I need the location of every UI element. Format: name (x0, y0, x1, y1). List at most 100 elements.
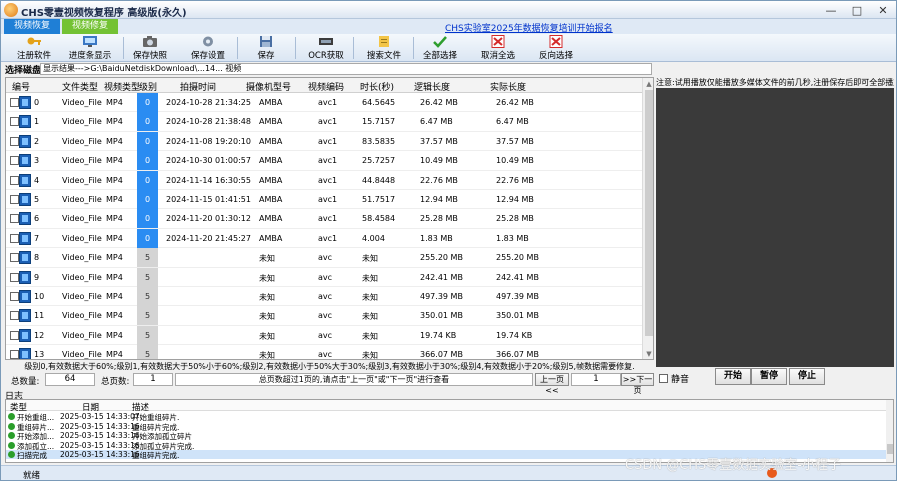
maximize-button[interactable]: □ (844, 1, 870, 19)
path-row: 选择磁盘 显示结果--->G:\BaiduNetdiskDownload\...… (1, 63, 896, 76)
save-button[interactable]: 保存 (237, 35, 295, 61)
cell-logical-size: 37.57 MB (420, 136, 458, 146)
table-row[interactable]: 7 Video_File MP4 0 2024-11-20 21:45:27 AMBA av… (6, 228, 642, 249)
close-button[interactable]: ✕ (870, 1, 896, 19)
prev-page-button[interactable]: 上一页<< (535, 373, 569, 395)
search-files-button[interactable]: 搜索文件 (355, 35, 413, 61)
table-row[interactable]: 0 Video_File MP4 0 2024-10-28 21:34:25 AMBA av… (6, 93, 642, 113)
col-camera-model[interactable]: 摄像机型号 (246, 80, 291, 93)
col-shoot-time[interactable]: 拍摄时间 (180, 80, 216, 93)
next-page-button[interactable]: >>下一页 (621, 373, 654, 395)
row-checkbox[interactable] (10, 311, 19, 321)
promo-link[interactable]: CHS实验室2025年数据恢复培训开始报名 (445, 21, 613, 34)
cell-camera-model: AMBA (259, 233, 283, 243)
col-id[interactable]: 编号 (12, 80, 30, 93)
video-file-icon (19, 115, 31, 129)
table-row[interactable]: 3 Video_File MP4 0 2024-10-30 01:00:57 AMBA av… (6, 151, 642, 171)
progress-display-button[interactable]: 进度条显示 (61, 35, 119, 61)
cell-id: 2 (34, 136, 40, 146)
table-row[interactable]: 6 Video_File MP4 0 2024-11-20 01:30:12 AMBA av… (6, 209, 642, 229)
cell-video-type: MP4 (106, 253, 123, 263)
table-row[interactable]: 9 Video_File MP4 5 未知 avc 未知 242.41 MB 242.41 MB (6, 267, 642, 287)
cell-level: 0 (137, 131, 158, 151)
save-settings-button[interactable]: 保存设置 (179, 35, 237, 61)
page-input[interactable]: 1 (571, 373, 621, 386)
log-scroll-thumb[interactable] (887, 444, 893, 454)
stop-button[interactable]: 停止 (789, 368, 825, 385)
play-button[interactable]: 开始 (715, 368, 751, 385)
row-checkbox[interactable] (10, 175, 19, 185)
table-row[interactable]: 13 Video_File MP4 5 未知 avc 未知 366.07 MB 366.07 M… (6, 345, 642, 360)
row-checkbox[interactable] (10, 156, 19, 166)
video-file-icon (19, 154, 31, 168)
table-row[interactable]: 12 Video_File MP4 5 未知 avc 未知 19.74 KB 19.74 KB (6, 325, 642, 346)
table-row[interactable]: 2 Video_File MP4 0 2024-11-08 19:20:10 AMBA av… (6, 131, 642, 152)
video-file-icon (19, 231, 31, 245)
col-video-type[interactable]: 视频类型 (104, 80, 140, 93)
col-actual-size[interactable]: 实际长度 (490, 80, 526, 93)
row-checkbox[interactable] (10, 330, 19, 340)
col-file-type[interactable]: 文件类型 (62, 80, 98, 93)
log-row[interactable]: 添加孤立... 2025-03-15 14:33:16 添加孤立碎片完成. (6, 441, 886, 451)
log-scrollbar[interactable] (886, 400, 893, 462)
scroll-thumb[interactable] (645, 90, 653, 336)
row-checkbox[interactable] (10, 233, 19, 243)
col-level[interactable]: 级别 (139, 80, 157, 93)
pause-button[interactable]: 暂停 (751, 368, 787, 385)
table-row[interactable]: 10 Video_File MP4 5 未知 avc 未知 497.39 MB 497.39 M… (6, 286, 642, 307)
cell-logical-size: 255.20 MB (420, 253, 463, 263)
col-duration[interactable]: 时长(秒) (360, 80, 394, 93)
row-checkbox[interactable] (10, 98, 19, 107)
tab-video-recover[interactable]: 视频恢复 (4, 19, 60, 34)
cell-level: 0 (137, 228, 158, 248)
cell-actual-size: 19.74 KB (496, 330, 533, 340)
save-icon (260, 36, 272, 47)
cell-video-type: MP4 (106, 350, 123, 360)
row-checkbox[interactable] (10, 214, 19, 224)
video-file-icon (19, 173, 31, 187)
ocr-button[interactable]: OCR获取 (297, 35, 355, 61)
mute-checkbox-box[interactable] (659, 374, 668, 383)
tab-video-repair[interactable]: 视频修复 (62, 19, 118, 34)
row-checkbox[interactable] (10, 291, 19, 301)
invert-selection-button[interactable]: 反向选择 (527, 35, 585, 61)
table-row[interactable]: 1 Video_File MP4 0 2024-10-28 21:38:48 AMBA av… (6, 112, 642, 132)
ocr-icon (319, 38, 333, 45)
col-logical-size[interactable]: 逻辑长度 (414, 80, 450, 93)
select-all-button[interactable]: 全部选择 (411, 35, 469, 61)
cell-level: 0 (137, 189, 158, 209)
deselect-all-button[interactable]: 取消全选 (469, 35, 527, 61)
video-preview[interactable] (656, 88, 894, 367)
cell-file-type: Video_File (62, 156, 102, 166)
log-row[interactable]: 开始添加... 2025-03-15 14:33:16 开始添加孤立碎片 (6, 431, 886, 441)
cell-camera-model: AMBA (259, 214, 283, 224)
log-row[interactable]: 重组碎片... 2025-03-15 14:33:16 重组碎片完成. (6, 422, 886, 432)
scroll-up-icon[interactable]: ▲ (645, 80, 653, 88)
cell-video-codec: avc (318, 272, 333, 282)
success-icon (8, 413, 15, 420)
table-row[interactable]: 11 Video_File MP4 5 未知 avc 未知 350.01 MB 350.01 M… (6, 306, 642, 326)
table-row[interactable]: 4 Video_File MP4 0 2024-11-14 16:30:55 AMBA av… (6, 170, 642, 190)
row-checkbox[interactable] (10, 272, 19, 282)
cell-actual-size: 25.28 MB (496, 214, 534, 224)
table-row[interactable]: 5 Video_File MP4 0 2024-11-15 01:41:51 AMBA av… (6, 189, 642, 210)
row-checkbox[interactable] (10, 117, 19, 127)
save-snapshot-button[interactable]: 保存快照 (121, 35, 179, 61)
row-checkbox[interactable] (10, 253, 19, 263)
table-header: 编号 文件类型 视频类型 级别 拍摄时间 摄像机型号 视频编码 时长(秒) 逻辑… (6, 78, 642, 93)
cell-id: 6 (34, 214, 40, 224)
table-scrollbar[interactable]: ▲ ▼ (642, 78, 653, 359)
row-checkbox[interactable] (10, 194, 19, 204)
row-checkbox[interactable] (10, 350, 19, 359)
register-button[interactable]: 注册软件 (5, 35, 63, 61)
log-row[interactable]: 开始重组... 2025-03-15 14:33:07 开始重组碎片. (6, 412, 886, 422)
minimize-button[interactable]: — (818, 1, 844, 19)
cell-id: 5 (34, 194, 40, 204)
mute-checkbox[interactable]: 静音 (659, 372, 689, 385)
result-path-field[interactable]: 显示结果--->G:\BaiduNetdiskDownload\...14...… (40, 63, 652, 75)
col-video-codec[interactable]: 视频编码 (308, 80, 344, 93)
row-checkbox[interactable] (10, 136, 19, 146)
scroll-down-icon[interactable]: ▼ (645, 350, 653, 358)
select-disk-label[interactable]: 选择磁盘 (5, 63, 41, 76)
table-row[interactable]: 8 Video_File MP4 5 未知 avc 未知 255.20 MB 255.20 MB (6, 248, 642, 268)
